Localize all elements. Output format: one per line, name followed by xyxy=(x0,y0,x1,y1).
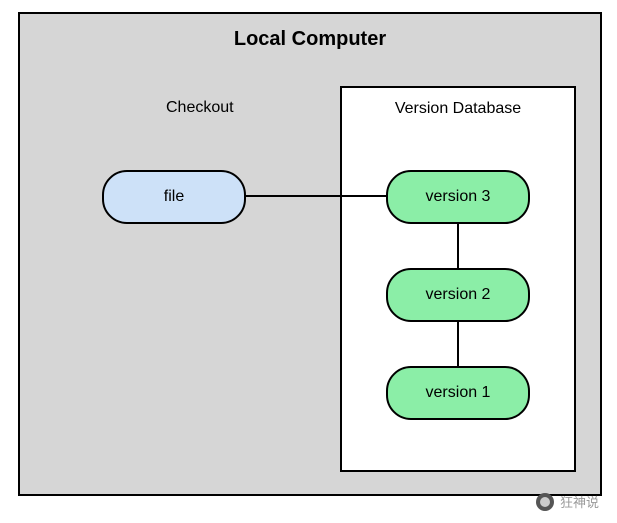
connector-v2-v1 xyxy=(457,318,459,368)
version-database-box: Version Database version 3 version 2 ver… xyxy=(340,86,576,472)
wechat-icon xyxy=(536,493,554,511)
checkout-label: Checkout xyxy=(166,99,234,117)
version-2-node: version 2 xyxy=(386,268,530,322)
local-computer-box: Local Computer Checkout file Version Dat… xyxy=(18,12,602,496)
watermark: 狂神说 xyxy=(536,492,599,511)
version-2-label: version 2 xyxy=(426,286,491,304)
diagram-canvas: Local Computer Checkout file Version Dat… xyxy=(0,0,617,523)
connector-v3-v2 xyxy=(457,220,459,270)
watermark-text: 狂神说 xyxy=(560,492,599,511)
version-3-label: version 3 xyxy=(426,188,491,206)
version-database-label: Version Database xyxy=(342,100,574,118)
file-node: file xyxy=(102,170,246,224)
version-3-node: version 3 xyxy=(386,170,530,224)
diagram-title: Local Computer xyxy=(20,28,600,51)
version-1-label: version 1 xyxy=(426,384,491,402)
version-1-node: version 1 xyxy=(386,366,530,420)
file-node-label: file xyxy=(164,188,184,206)
connector-file-to-version3 xyxy=(242,195,387,197)
